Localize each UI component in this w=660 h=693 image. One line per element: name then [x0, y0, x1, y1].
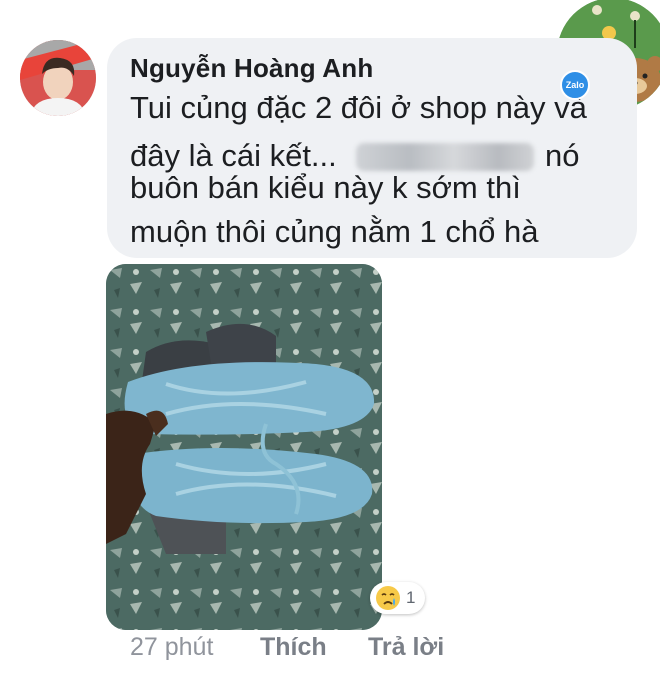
reply-button[interactable]: Trả lời: [368, 633, 444, 662]
blurred-tag: [356, 143, 534, 171]
comment-author[interactable]: Nguyễn Hoàng Anh: [130, 53, 373, 84]
comment-text-line: đây là cái kết...: [130, 138, 337, 173]
comment-text-line: buôn bán kiểu này k sớm thì: [130, 170, 521, 205]
avatar[interactable]: [20, 40, 96, 116]
timestamp[interactable]: 27 phút: [130, 633, 213, 662]
comment-text-line: Tui củng đặc 2 đôi ở shop này và: [130, 90, 587, 125]
reaction-count: 1: [406, 588, 416, 607]
reaction-summary[interactable]: 1: [370, 582, 426, 614]
crying-face-icon: [376, 586, 400, 610]
comment-text-line: nó: [545, 138, 580, 173]
comment-photo[interactable]: [106, 264, 382, 630]
comment-text-line: muộn thôi củng nằm 1 chổ hà: [130, 214, 539, 249]
like-button[interactable]: Thích: [260, 633, 327, 662]
zalo-badge-icon[interactable]: Zalo: [560, 70, 590, 100]
